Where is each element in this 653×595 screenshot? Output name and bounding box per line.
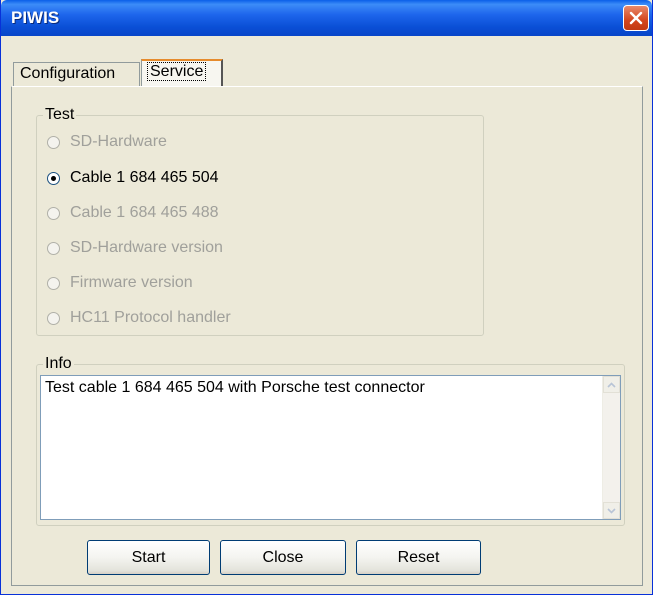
radio-label: Cable 1 684 465 488 (70, 204, 219, 221)
radio-button-icon (47, 206, 60, 220)
radio-sd-hardware-version[interactable]: SD-Hardware version (47, 237, 223, 259)
radio-label: SD-Hardware (70, 133, 167, 150)
info-scrollbar[interactable] (602, 376, 620, 519)
start-button[interactable]: Start (87, 540, 210, 575)
title-bar[interactable]: PIWIS (1, 0, 652, 36)
radio-button-icon (47, 276, 60, 290)
test-groupbox: Test SD-Hardware Cable 1 684 465 504 Cab… (36, 105, 484, 336)
radio-button-icon (47, 241, 60, 255)
tab-service[interactable]: Service (141, 59, 223, 87)
reset-button[interactable]: Reset (356, 540, 481, 575)
radio-button-icon (47, 135, 60, 149)
radio-sd-hardware[interactable]: SD-Hardware (47, 131, 167, 153)
chevron-down-icon (607, 507, 616, 514)
test-group-legend: Test (43, 105, 77, 125)
radio-cable-488[interactable]: Cable 1 684 465 488 (47, 202, 219, 224)
radio-label: HC11 Protocol handler (70, 309, 231, 326)
radio-label: Firmware version (70, 274, 193, 291)
close-icon (629, 11, 643, 25)
info-group-legend: Info (43, 354, 74, 374)
radio-label: Cable 1 684 465 504 (70, 169, 219, 186)
service-tab-panel: Test SD-Hardware Cable 1 684 465 504 Cab… (11, 86, 643, 586)
tab-configuration-label: Configuration (20, 65, 116, 82)
info-groupbox: Info Test cable 1 684 465 504 with Porsc… (36, 354, 625, 526)
close-button[interactable]: Close (220, 540, 346, 575)
radio-button-icon (47, 311, 60, 325)
radio-cable-504[interactable]: Cable 1 684 465 504 (47, 167, 219, 189)
radio-label: SD-Hardware version (70, 239, 223, 256)
radio-firmware-version[interactable]: Firmware version (47, 272, 193, 294)
info-textarea[interactable]: Test cable 1 684 465 504 with Porsche te… (40, 375, 621, 520)
tab-service-label: Service (146, 62, 207, 81)
close-window-button[interactable] (623, 5, 649, 31)
chevron-up-icon (607, 381, 616, 388)
window-title: PIWIS (11, 8, 60, 27)
tab-configuration[interactable]: Configuration (13, 62, 140, 86)
info-text: Test cable 1 684 465 504 with Porsche te… (45, 379, 425, 396)
piwis-window: PIWIS Configuration Service Test SD-Hard… (0, 0, 653, 595)
radio-button-selected-icon (47, 171, 60, 185)
scroll-down-button[interactable] (603, 502, 620, 519)
scroll-up-button[interactable] (603, 376, 620, 393)
radio-hc11-protocol-handler[interactable]: HC11 Protocol handler (47, 307, 231, 329)
